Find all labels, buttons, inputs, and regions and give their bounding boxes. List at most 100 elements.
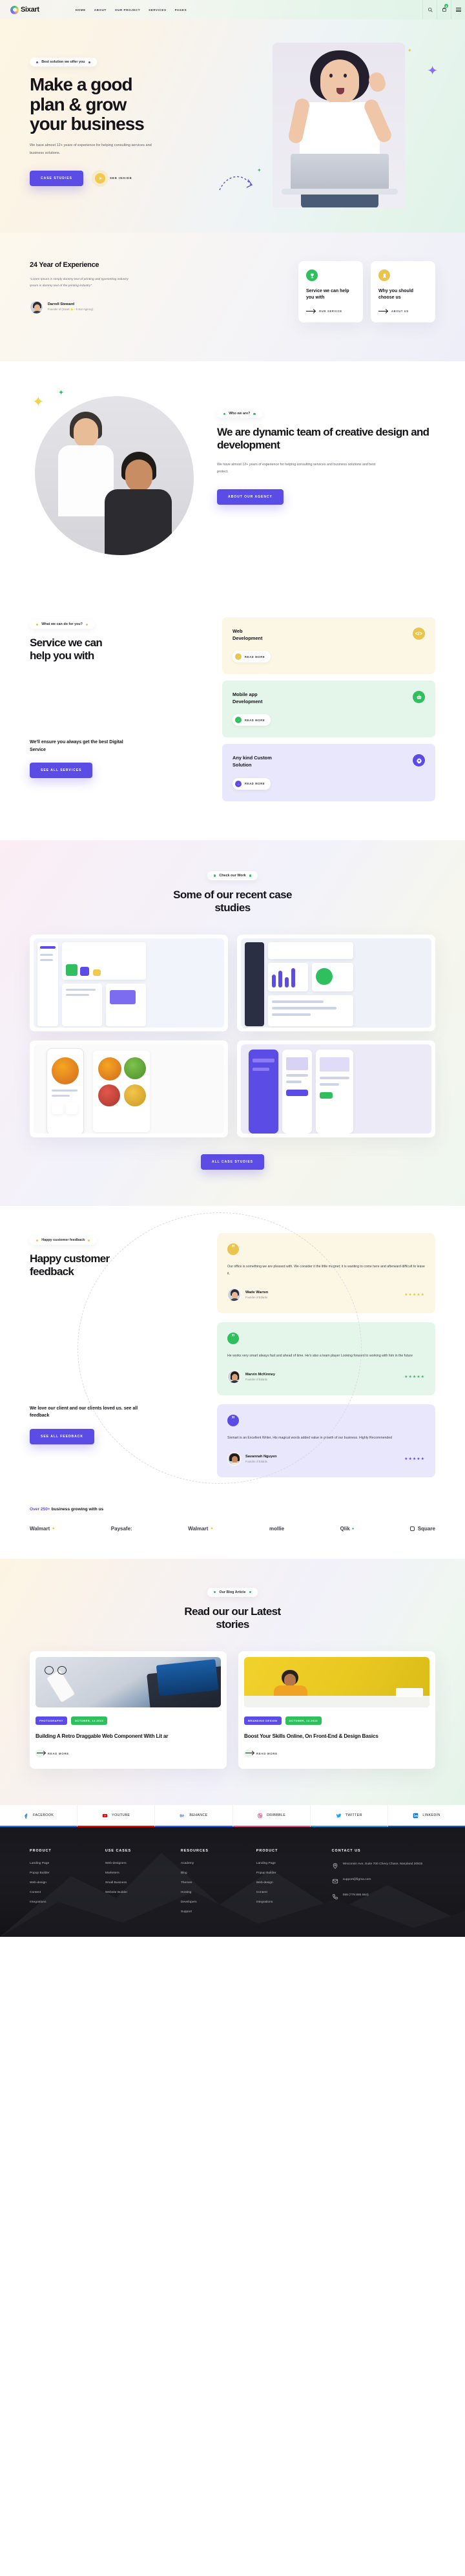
cases-title-line-1: Some of our recent case [173, 888, 292, 901]
all-case-studies-button[interactable]: ALL CASE STUDIES [201, 1154, 264, 1170]
service-name-line-2: Development [232, 699, 263, 705]
nav-item-services[interactable]: SERVICES [149, 8, 167, 12]
footer-phone[interactable]: 088 (778 886 664) [332, 1893, 435, 1900]
service-name-line-1: Any kind Custom [232, 755, 272, 761]
footer-link[interactable]: Support [181, 1910, 250, 1914]
footer-link[interactable]: Landing Page [256, 1862, 326, 1865]
footer-heading: CONTACT US [331, 1849, 361, 1853]
footer-link[interactable]: Popup Builder [256, 1872, 326, 1875]
address-text: Wisconsin Ave, Suite 700 Chevy Chase, Ma… [342, 1863, 423, 1866]
social-link-dribbble[interactable]: DRIBBBLE [232, 1805, 311, 1828]
search-button[interactable] [422, 0, 437, 19]
blog-category-tag[interactable]: BRANDING DESIGN [244, 1716, 282, 1725]
nav-item-pages[interactable]: PAGES [175, 8, 187, 12]
footer-link[interactable]: Content [30, 1891, 99, 1894]
services-footer-title: We'll ensure you always get the best Dig… [30, 740, 123, 752]
arrow-right-icon [244, 1749, 253, 1758]
avatar [227, 1288, 241, 1302]
read-more-link[interactable]: → READ MORE [232, 651, 271, 663]
case-study-card[interactable] [30, 934, 228, 1031]
rating-stars: ★★★★★ [404, 1457, 425, 1462]
footer-link[interactable]: Website Builder [105, 1891, 174, 1894]
blog-category-tag[interactable]: PHOTOGRAPHY [36, 1716, 67, 1725]
brand-logo[interactable]: Sixart [10, 5, 39, 14]
about-badge: Who we are? [217, 409, 262, 419]
rating-stars: ★★★★★ [404, 1293, 425, 1298]
footer-link[interactable]: Popup Builder [30, 1872, 99, 1875]
service-card-web-development[interactable]: Web Development → READ MORE </> [222, 617, 435, 675]
footer-link[interactable]: Developers [181, 1901, 250, 1904]
medal-icon [378, 269, 390, 281]
see-all-services-button[interactable]: SEE ALL SERVICES [30, 762, 93, 778]
services-section: What we can do for you? Service we can h… [0, 591, 465, 840]
service-card-custom-solution[interactable]: Any kind Custom Solution → READ MORE [222, 744, 435, 801]
menu-button[interactable] [451, 0, 465, 19]
footer-link[interactable]: Integrations [256, 1901, 326, 1904]
blog-read-more-link[interactable]: READ MORE [244, 1749, 429, 1758]
social-link-behance[interactable]: Bē BEHANCE [155, 1805, 233, 1828]
hero-illustration: ✦ ✦ ✦ [219, 36, 442, 211]
social-link-facebook[interactable]: FACEBOOK [0, 1805, 78, 1828]
about-agency-button[interactable]: ABOUT OUR AGENCY [217, 489, 284, 505]
blog-card[interactable]: BRANDING DESIGN OCTOBER, 12.2022 Boost Y… [238, 1651, 435, 1769]
feedback-badge-label: Happy customer feedback [41, 1238, 85, 1243]
card-link[interactable]: OUR SERVICE [306, 310, 355, 313]
service-card-mobile-app-development[interactable]: Mobile app Development → READ MORE [222, 681, 435, 738]
footer-link[interactable]: Small Business [105, 1881, 174, 1884]
case-study-card[interactable] [237, 934, 435, 1031]
card-link[interactable]: ABOUT US [378, 310, 428, 313]
blog-post-title: Boost Your Skills Online, On Front-End &… [244, 1733, 378, 1739]
footer-link[interactable]: Marketers [105, 1872, 174, 1875]
blog-read-more-link[interactable]: READ MORE [36, 1749, 221, 1758]
testimonial-author: Savannah Nguyen Founder of Edardx ★★★★★ [227, 1452, 425, 1466]
footer-link[interactable]: Hosting [181, 1891, 250, 1894]
social-link-twitter[interactable]: TWITTER [310, 1805, 388, 1828]
author-role: Founder of Edardx [245, 1378, 267, 1382]
nav-item-home[interactable]: HOME [76, 8, 86, 12]
author-role: Founder of Edardx [245, 1460, 267, 1464]
footer-link[interactable]: Academy [181, 1862, 250, 1865]
footer-email[interactable]: support@figma.com [332, 1877, 435, 1884]
card-why-choose[interactable]: Why you should choose us ABOUT US [371, 261, 435, 322]
social-label: YOUTUBE [112, 1813, 130, 1818]
email-text: support@figma.com [342, 1878, 371, 1882]
testimonial-list: ” Our office is something we are pleased… [217, 1232, 435, 1478]
footer-link[interactable]: Content [256, 1891, 326, 1894]
feedback-badge: Happy customer feedback [30, 1236, 97, 1245]
social-link-linkedin[interactable]: LINKEDIN [388, 1805, 465, 1828]
brand-label: mollie [269, 1526, 285, 1532]
brand-logo-qlik: Qlik ● [340, 1526, 355, 1532]
see-inside-video-button[interactable]: SEE INSIDE [94, 173, 132, 184]
see-all-feedback-button[interactable]: SEE ALL FEEDBACK [30, 1428, 95, 1444]
social-bar: FACEBOOK YOUTUBE Bē BEHANCE DRIBBBLE TWI… [0, 1805, 465, 1828]
blog-post-title: Building A Retro Draggable Web Component… [36, 1733, 169, 1739]
footer-link[interactable]: Blog [181, 1872, 250, 1875]
case-study-card[interactable] [30, 1040, 228, 1137]
blog-badge: Our Blog Article [207, 1587, 258, 1597]
rating-stars: ★★★★★ [404, 1375, 425, 1380]
footer-link[interactable]: Landing Page [30, 1862, 99, 1865]
services-badge: What we can do for you? [30, 620, 95, 629]
behance-icon: Bē [180, 1814, 185, 1818]
testimonial-card: ” Our office is something we are pleased… [217, 1232, 435, 1314]
footer-link[interactable]: Web-design [30, 1881, 99, 1884]
social-link-youtube[interactable]: YOUTUBE [78, 1805, 156, 1828]
nav-item-about[interactable]: ABOUT [94, 8, 107, 12]
read-more-link[interactable]: → READ MORE [232, 714, 271, 726]
footer-link[interactable]: Web-designers [105, 1862, 174, 1865]
footer-heading: PRODUCT [30, 1849, 52, 1853]
card-service[interactable]: Service we can help you with OUR SERVICE [298, 261, 363, 322]
blog-grid: PHOTOGRAPHY OCTOBER, 12.2022 Building A … [30, 1651, 435, 1769]
nav-item-our-project[interactable]: OUR PROJECT [115, 8, 140, 12]
cart-button[interactable]: 0 [437, 0, 451, 19]
case-study-card[interactable] [237, 1040, 435, 1137]
blog-card[interactable]: PHOTOGRAPHY OCTOBER, 12.2022 Building A … [30, 1651, 227, 1769]
case-studies-button[interactable]: CASE STUDIES [30, 170, 83, 186]
experience-person: Darrell Steward Founder of (Sixart ⭐ - 5… [30, 300, 191, 314]
footer-link[interactable]: Themes [181, 1881, 250, 1884]
footer-link[interactable]: Integrations [30, 1901, 99, 1904]
footer-heading: RESOURCES [180, 1849, 209, 1853]
footer-link[interactable]: Web-design [256, 1881, 326, 1884]
dot-icon [36, 1239, 39, 1241]
read-more-link[interactable]: → READ MORE [232, 777, 271, 790]
